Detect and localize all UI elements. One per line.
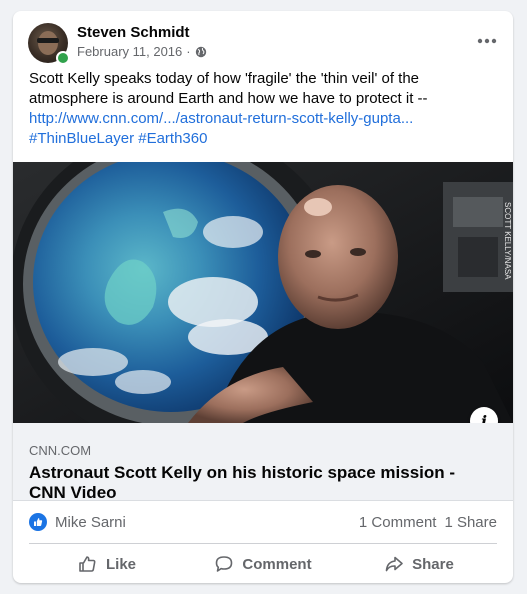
post-card: Steven Schmidt February 11, 2016 · Scott…	[13, 11, 513, 583]
more-options-icon[interactable]	[473, 29, 501, 53]
comment-button[interactable]: Comment	[185, 547, 341, 581]
author-avatar[interactable]	[28, 23, 70, 65]
share-label: Share	[412, 555, 454, 573]
shares-count[interactable]: 1 Share	[444, 514, 497, 531]
thumbs-up-icon	[79, 556, 96, 572]
link-preview[interactable]: CNN.COM Astronaut Scott Kelly on his his…	[13, 423, 513, 503]
photo-credit: SCOTT KELLY/NASA	[503, 202, 512, 280]
comment-icon	[216, 556, 233, 572]
post-image[interactable]: SCOTT KELLY/NASA i	[13, 162, 513, 423]
post-header: Steven Schmidt February 11, 2016 ·	[13, 11, 513, 69]
avatar-glasses	[37, 38, 59, 43]
online-status-indicator	[56, 51, 70, 65]
actions-divider	[29, 543, 497, 544]
post-text-line-1: Scott Kelly speaks today of how 'fragile…	[29, 70, 419, 87]
engagement-counts: 1 Comment 1 Share	[359, 514, 497, 531]
link-domain: CNN.COM	[29, 443, 92, 458]
comment-label: Comment	[242, 555, 312, 573]
post-date[interactable]: February 11, 2016	[77, 44, 182, 59]
post-meta: February 11, 2016 ·	[77, 44, 207, 59]
globe-icon[interactable]	[195, 46, 207, 58]
post-actions: Like Comment Share	[29, 547, 497, 581]
reactions-bar: Mike Sarni 1 Comment 1 Share	[29, 510, 497, 534]
avatar-face	[38, 31, 58, 55]
share-icon	[385, 556, 403, 572]
post-body: Scott Kelly speaks today of how 'fragile…	[13, 69, 513, 149]
like-button[interactable]: Like	[29, 547, 185, 581]
share-button[interactable]: Share	[341, 547, 497, 581]
post-hashtags[interactable]: #ThinBlueLayer #Earth360	[29, 129, 497, 149]
post-text-line-2: atmosphere is around Earth and how we ha…	[29, 90, 428, 107]
reactor-name[interactable]: Mike Sarni	[55, 514, 359, 531]
meta-separator: ·	[186, 44, 191, 59]
like-label: Like	[105, 555, 136, 573]
author-name[interactable]: Steven Schmidt	[77, 24, 190, 41]
link-title[interactable]: Astronaut Scott Kelly on his historic sp…	[29, 463, 489, 503]
iss-cupola-photo: SCOTT KELLY/NASA	[13, 162, 513, 423]
like-reaction-icon[interactable]	[29, 513, 47, 531]
post-link[interactable]: http://www.cnn.com/.../astronaut-return-…	[29, 109, 497, 129]
comments-count[interactable]: 1 Comment	[359, 514, 437, 531]
